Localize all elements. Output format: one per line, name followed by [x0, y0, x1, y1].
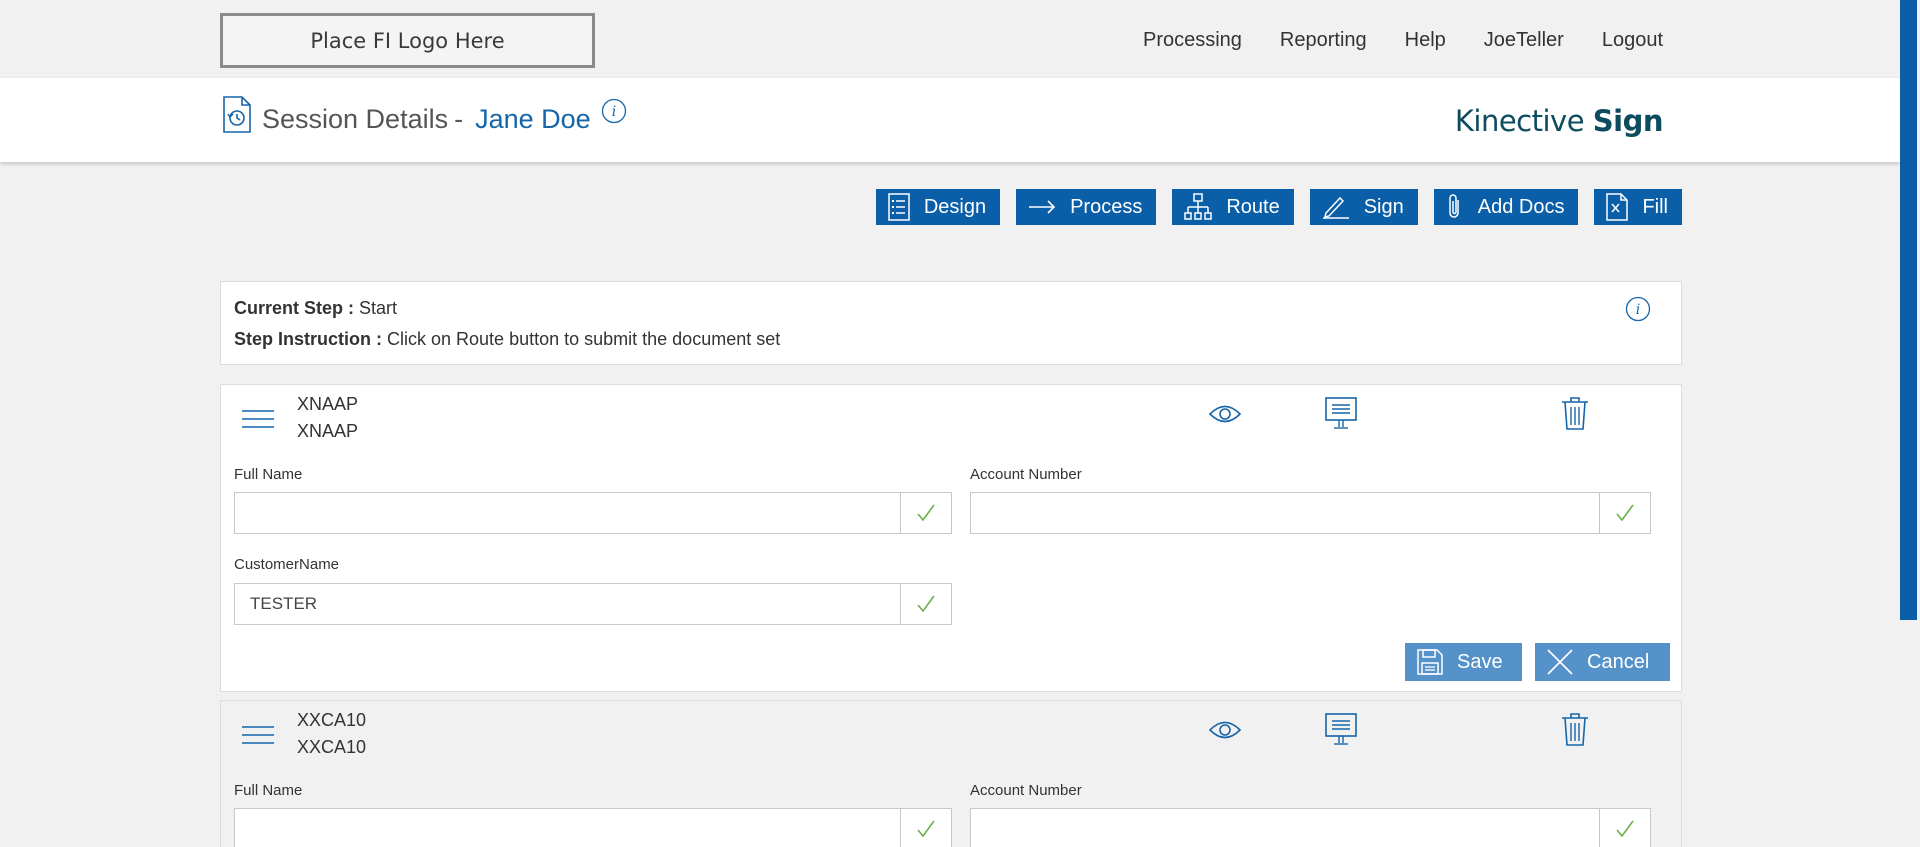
- drag-handle-icon[interactable]: [241, 405, 275, 438]
- checkmark-icon: [1599, 493, 1650, 533]
- document-name: XXCA10: [297, 737, 367, 757]
- sign-label: Sign: [1363, 195, 1404, 218]
- action-toolbar: Design Process Route Sign Add Docs Fill: [875, 189, 1682, 225]
- step-instruction-label: Step Instruction :: [234, 329, 382, 349]
- brand-light: Kinective: [1454, 104, 1585, 138]
- customer-name-label: CustomerName: [234, 556, 340, 573]
- pen-icon: [1322, 196, 1349, 219]
- full-name-field[interactable]: [234, 492, 952, 534]
- account-number-field[interactable]: [970, 492, 1651, 534]
- save-button[interactable]: Save: [1405, 643, 1522, 681]
- brand-logo: Kinective Sign: [1454, 104, 1664, 138]
- session-history-icon: [222, 96, 252, 138]
- trash-icon[interactable]: [1561, 396, 1589, 435]
- customer-name-value[interactable]: TESTER: [235, 584, 900, 624]
- current-step-value: Start: [359, 298, 398, 318]
- full-name-label: Full Name: [234, 466, 303, 483]
- top-bar: Place FI Logo Here Processing Reporting …: [0, 0, 1900, 78]
- nav-reporting[interactable]: Reporting: [1280, 29, 1367, 52]
- title-separator: -: [454, 104, 464, 134]
- route-button[interactable]: Route: [1172, 189, 1294, 225]
- monitor-icon[interactable]: [1325, 713, 1357, 750]
- design-label: Design: [923, 195, 987, 218]
- account-number-value[interactable]: [971, 809, 1599, 847]
- svg-text:i: i: [1636, 302, 1640, 318]
- customer-name: Jane Doe: [475, 104, 591, 134]
- full-name-value[interactable]: [235, 493, 900, 533]
- cancel-button[interactable]: Cancel: [1535, 643, 1670, 681]
- design-button[interactable]: Design: [875, 189, 1001, 225]
- account-number-field[interactable]: [970, 808, 1651, 847]
- full-name-value[interactable]: [235, 809, 900, 847]
- org-chart-icon: [1184, 193, 1213, 220]
- step-info-icon[interactable]: i: [1625, 296, 1651, 327]
- account-number-label: Account Number: [970, 782, 1082, 799]
- account-number-label: Account Number: [970, 466, 1082, 483]
- fi-logo-placeholder: Place FI Logo Here: [220, 13, 595, 68]
- add-docs-button[interactable]: Add Docs: [1433, 189, 1579, 225]
- current-step: Current Step : Start: [234, 298, 397, 319]
- paperclip-icon: [1448, 194, 1459, 218]
- arrow-right-icon: [1029, 200, 1056, 214]
- step-instruction-value: Click on Route button to submit the docu…: [387, 329, 781, 349]
- drag-handle-icon[interactable]: [241, 721, 275, 754]
- checkmark-icon: [900, 493, 951, 533]
- sign-button[interactable]: Sign: [1309, 189, 1418, 225]
- document-card: XNAAP XNAAP Full Name Account Number Cus…: [220, 384, 1682, 692]
- monitor-icon[interactable]: [1325, 397, 1357, 434]
- eye-icon[interactable]: [1208, 403, 1242, 430]
- scrollbar-thumb[interactable]: [1900, 0, 1917, 620]
- trash-icon[interactable]: [1561, 712, 1589, 751]
- page-scrollbar[interactable]: [1900, 0, 1920, 847]
- checkmark-icon: [1599, 809, 1650, 847]
- process-button[interactable]: Process: [1016, 189, 1157, 225]
- eye-icon[interactable]: [1208, 719, 1242, 746]
- nav-processing[interactable]: Processing: [1143, 29, 1242, 52]
- page-title-text: Session Details: [262, 104, 449, 134]
- document-fill-icon: [1606, 193, 1629, 221]
- document-code: XXCA10: [297, 710, 367, 730]
- full-name-label: Full Name: [234, 782, 303, 799]
- checkmark-icon: [900, 809, 951, 847]
- nav-logout[interactable]: Logout: [1602, 29, 1663, 52]
- step-instruction: Step Instruction : Click on Route button…: [234, 329, 780, 350]
- current-step-label: Current Step :: [234, 298, 355, 318]
- cancel-label: Cancel: [1587, 650, 1650, 673]
- page-title: Session Details - Jane Doe: [262, 104, 591, 135]
- customer-name-field[interactable]: TESTER: [234, 583, 952, 625]
- svg-text:i: i: [612, 104, 616, 120]
- nav-user-joeteller[interactable]: JoeTeller: [1484, 29, 1564, 52]
- full-name-field[interactable]: [234, 808, 952, 847]
- checkmark-icon: [900, 584, 951, 624]
- route-label: Route: [1226, 195, 1280, 218]
- close-icon: [1547, 649, 1573, 675]
- document-name: XNAAP: [297, 421, 359, 441]
- brand-bold: Sign: [1592, 104, 1664, 138]
- floppy-disk-icon: [1417, 649, 1443, 675]
- account-number-value[interactable]: [971, 493, 1599, 533]
- process-label: Process: [1070, 195, 1143, 218]
- fill-label: Fill: [1642, 195, 1668, 218]
- info-icon[interactable]: i: [601, 98, 627, 129]
- save-label: Save: [1457, 650, 1503, 673]
- nav-help[interactable]: Help: [1405, 29, 1446, 52]
- document-card: XXCA10 XXCA10 Full Name Account Number: [220, 700, 1682, 847]
- top-nav: Processing Reporting Help JoeTeller Logo…: [1143, 29, 1663, 52]
- fill-button[interactable]: Fill: [1594, 189, 1682, 225]
- document-code: XNAAP: [297, 394, 359, 414]
- page-header: Session Details - Jane Doe i Kinective Sig…: [0, 78, 1900, 162]
- add-docs-label: Add Docs: [1477, 195, 1565, 218]
- checklist-icon: [888, 193, 910, 221]
- step-panel: Current Step : Start Step Instruction : …: [220, 281, 1682, 365]
